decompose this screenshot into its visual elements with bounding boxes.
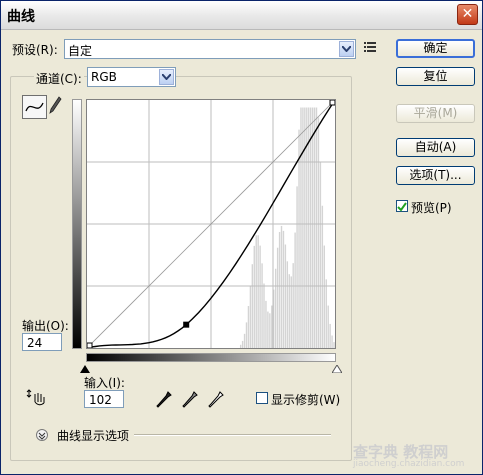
curve-canvas[interactable]	[86, 99, 336, 349]
pencil-icon[interactable]	[48, 96, 62, 119]
output-gradient-bar	[72, 99, 82, 349]
curve-control-point	[86, 342, 93, 349]
curves-dialog: 曲线 ✕ 预设(R): 自定 确定 复位 平滑(M) 自动(A) 选项(T)..…	[0, 0, 483, 475]
input-gradient-bar	[86, 353, 336, 362]
on-image-adjust-icon[interactable]	[26, 388, 46, 411]
close-button[interactable]: ✕	[457, 4, 478, 25]
ok-button[interactable]: 确定	[396, 39, 475, 58]
title-bar: 曲线 ✕	[1, 1, 482, 30]
preset-dropdown[interactable]: 自定	[64, 39, 356, 59]
watermark-url: jiaocheng.chazidian.com	[353, 459, 465, 469]
curve-options-label[interactable]: 曲线显示选项	[57, 427, 129, 444]
curve-point-tool-icon[interactable]	[22, 95, 47, 119]
checkmark-icon	[397, 202, 407, 212]
input-label: 输入(I):	[84, 376, 125, 390]
auto-button[interactable]: 自动(A)	[396, 138, 475, 157]
channel-label: 通道(C):	[34, 70, 84, 87]
show-clipping-label[interactable]: 显示修剪(W)	[271, 391, 340, 408]
dialog-title: 曲线	[7, 9, 35, 25]
chevron-down-icon[interactable]	[339, 41, 354, 57]
preview-label[interactable]: 预览(P)	[411, 199, 452, 216]
white-eyedropper-icon[interactable]	[208, 391, 224, 412]
preview-checkbox[interactable]	[396, 200, 408, 212]
black-eyedropper-icon[interactable]	[156, 391, 172, 412]
curve-options-expand-button[interactable]	[36, 429, 48, 441]
curve-graph[interactable]	[86, 99, 336, 349]
chevron-down-icon	[38, 432, 46, 440]
output-field[interactable]: 24	[22, 333, 62, 351]
curve-control-point	[329, 99, 336, 106]
chevron-down-icon[interactable]	[159, 69, 174, 85]
divider	[134, 434, 331, 436]
preset-menu-icon[interactable]	[364, 41, 377, 56]
white-point-slider-icon[interactable]	[331, 362, 343, 376]
gray-eyedropper-icon[interactable]	[182, 391, 198, 412]
show-clipping-checkbox[interactable]	[256, 392, 268, 404]
output-label: 输出(O):	[22, 319, 69, 333]
input-field[interactable]: 102	[84, 390, 124, 408]
smooth-button[interactable]: 平滑(M)	[396, 104, 475, 123]
channel-dropdown[interactable]: RGB	[87, 67, 176, 87]
preset-value: 自定	[68, 44, 93, 58]
curve-control-point	[183, 321, 190, 328]
preset-label: 预设(R):	[12, 43, 58, 57]
channel-value: RGB	[91, 70, 117, 84]
close-icon[interactable]: ✕	[462, 6, 474, 22]
reset-button[interactable]: 复位	[396, 67, 475, 86]
options-button[interactable]: 选项(T)...	[396, 166, 475, 185]
